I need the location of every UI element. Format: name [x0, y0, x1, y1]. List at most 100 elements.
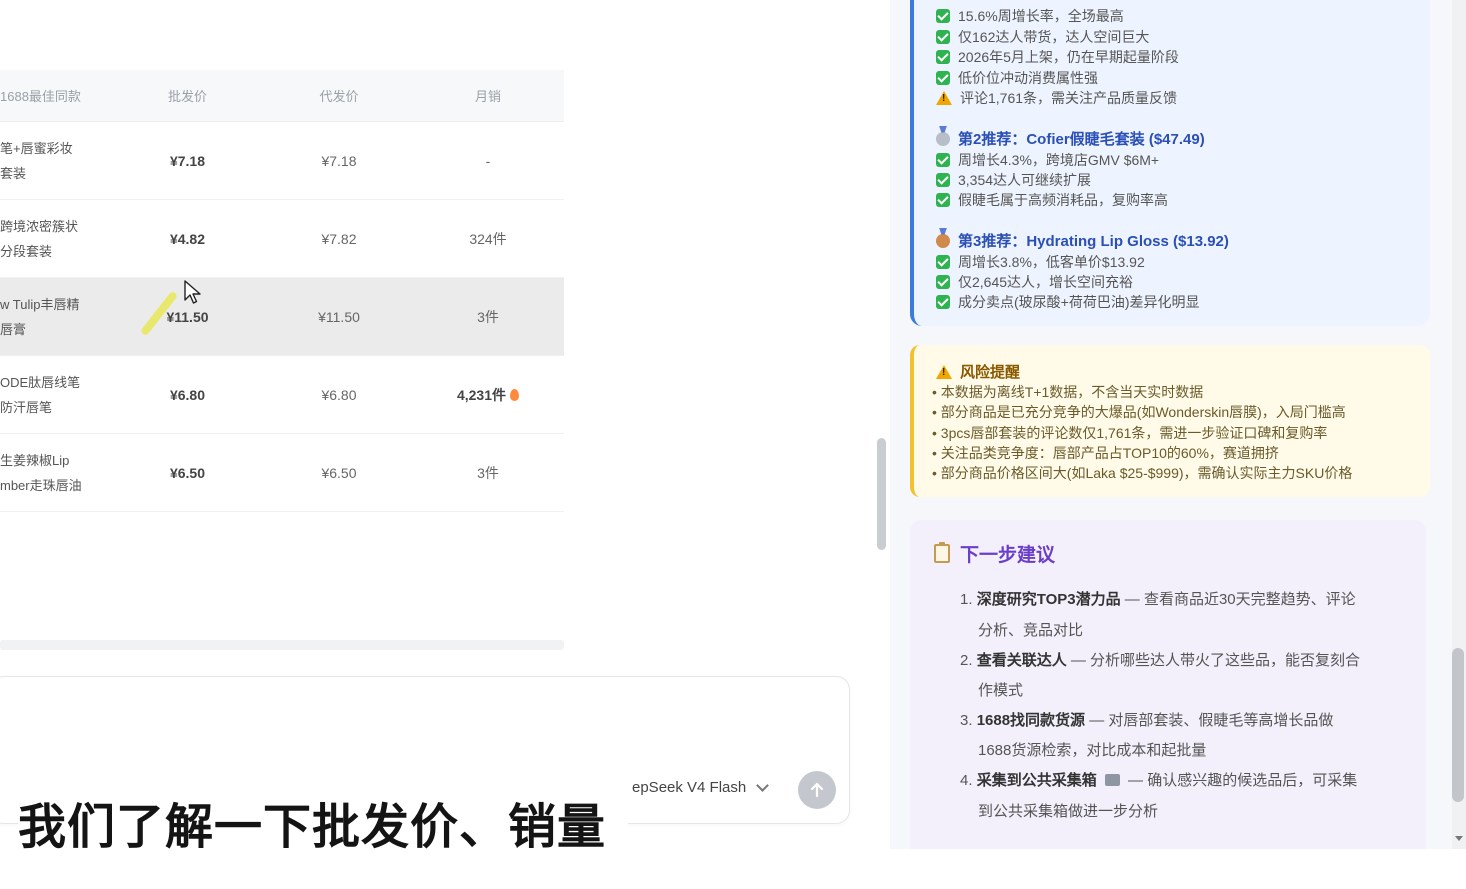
- bottom-band: [875, 849, 1466, 889]
- check-icon: [936, 71, 950, 85]
- step-heading: 采集到公共采集箱: [976, 772, 1097, 789]
- rec3-title: 第3推荐：Hydrating Lip Gloss ($13.92): [936, 230, 1229, 251]
- risk-text: 部分商品价格区间大(如Laka $25-$999)，需确认实际主力SKU价格: [940, 465, 1353, 481]
- product-name[interactable]: 跨境浓密簇状 分段套装: [0, 214, 110, 264]
- risk-item: • 部分商品价格区间大(如Laka $25-$999)，需确认实际主力SKU价格: [932, 465, 1353, 481]
- product-name-line: 笔+唇蜜彩妆: [0, 140, 73, 156]
- send-button[interactable]: [798, 771, 836, 809]
- step-heading: 深度研究TOP3潜力品: [976, 591, 1121, 608]
- warning-icon: [936, 91, 952, 105]
- next-step-item: 4. 采集到公共采集箱 — 确认感兴趣的候选品后，可采集: [960, 766, 1357, 796]
- next-step-continuation: 到公共采集箱做进一步分析: [978, 803, 1159, 820]
- monthly-sales: 3件: [477, 308, 499, 325]
- step-number: 1.: [960, 591, 973, 608]
- product-name[interactable]: 笔+唇蜜彩妆 套装: [0, 136, 110, 186]
- rec3-point: 周增长3.8%，低客单价$13.92: [936, 252, 1145, 272]
- check-icon: [936, 153, 950, 167]
- risk-text: 部分商品是已充分竞争的大爆品(如Wonderskin唇膜)，入局门槛高: [940, 404, 1346, 420]
- point-text: 2026年5月上架，仍在早期起量阶段: [958, 49, 1179, 65]
- step-number: 2.: [960, 652, 973, 669]
- rec1-point: 2026年5月上架，仍在早期起量阶段: [936, 47, 1179, 67]
- next-step-item: 3. 1688找同款货源 — 对唇部套装、假睫毛等高增长品做: [960, 706, 1333, 736]
- model-selector[interactable]: epSeek V4 Flash: [632, 778, 770, 796]
- warning-icon: [936, 364, 952, 379]
- next-step-item: 2. 查看关联达人 — 分析哪些达人带火了这些品，能否复刻合: [960, 646, 1360, 676]
- rec2-title: 第2推荐：Cofier假睫毛套装 ($47.49): [936, 128, 1205, 149]
- point-text: 低价位冲动消费属性强: [958, 70, 1098, 86]
- dropship-price: ¥7.18: [321, 152, 357, 169]
- rec1-point: 仅162达人带货，达人空间巨大: [936, 27, 1149, 47]
- check-icon: [936, 9, 950, 23]
- product-name-line: 分段套装: [0, 243, 53, 259]
- silver-medal-icon: [936, 131, 950, 146]
- point-text: 15.6%周增长率，全场最高: [958, 8, 1124, 24]
- report-scrollbar-thumb[interactable]: [1452, 648, 1464, 802]
- rec1-point: 低价位冲动消费属性强: [936, 68, 1098, 88]
- report-pane: 15.6%周增长率，全场最高 仅162达人带货，达人空间巨大 2026年5月上架…: [890, 0, 1452, 849]
- pane-splitter-scrollbar[interactable]: [877, 438, 886, 550]
- risk-item: • 本数据为离线T+1数据，不含当天实时数据: [932, 384, 1204, 400]
- table-row[interactable]: 生姜辣椒Lip mber走珠唇油 ¥6.50 ¥6.50 3件: [0, 434, 564, 512]
- table-row[interactable]: 跨境浓密簇状 分段套装 ¥4.82 ¥7.82 324件: [0, 200, 564, 278]
- rec1-warning: 评论1,761条，需关注产品质量反馈: [936, 88, 1177, 108]
- scroll-down-arrow-icon[interactable]: [1455, 836, 1463, 841]
- table-header: 1688最佳同款 批发价 代发价 月销: [0, 70, 564, 122]
- step-text: — 分析哪些达人带火了这些品，能否复刻合: [1066, 652, 1361, 669]
- product-name[interactable]: ODE肽唇线笔 防汗唇笔: [0, 370, 110, 420]
- chevron-down-icon: [756, 778, 770, 792]
- header-wholesale: 批发价: [167, 89, 207, 104]
- cursor-icon: [184, 280, 201, 304]
- risk-title: 风险提醒: [960, 364, 1021, 381]
- product-name-line: 生姜辣椒Lip: [0, 452, 70, 468]
- step-text: — 确认感兴趣的候选品后，可采集: [1123, 772, 1358, 789]
- table-row[interactable]: w Tulip丰唇精 唇膏 ¥11.50 ¥11.50 3件: [0, 278, 564, 356]
- dropship-price: ¥11.50: [318, 308, 360, 325]
- monthly-sales: 4,231件: [456, 386, 507, 403]
- product-name-line: 套装: [0, 165, 27, 181]
- check-icon: [936, 30, 950, 44]
- dropship-price: ¥7.82: [321, 230, 357, 247]
- product-name[interactable]: 生姜辣椒Lip mber走珠唇油: [0, 448, 110, 498]
- product-name-line: 跨境浓密簇状: [0, 218, 79, 234]
- wholesale-price: ¥7.18: [169, 152, 206, 169]
- product-name[interactable]: w Tulip丰唇精 唇膏: [0, 292, 110, 342]
- next-step-continuation: 分析、竞品对比: [978, 622, 1084, 639]
- monthly-sales-hot: 4,231件: [413, 385, 563, 405]
- monthly-sales: 3件: [477, 464, 499, 481]
- rec-title-text: 第2推荐：Cofier假睫毛套装 ($47.49): [958, 131, 1205, 148]
- table-horizontal-scrollbar[interactable]: [0, 640, 564, 650]
- bronze-medal-icon: [936, 233, 950, 248]
- next-step-continuation: 作模式: [978, 682, 1024, 699]
- product-name-line: ODE肽唇线笔: [0, 374, 81, 390]
- rec2-point: 周增长4.3%，跨境店GMV $6M+: [936, 150, 1159, 170]
- step-text: — 查看商品近30天完整趋势、评论: [1120, 591, 1356, 608]
- check-icon: [936, 193, 950, 207]
- risk-text: 3pcs唇部套装的评论数仅1,761条，需进一步验证口碑和复购率: [940, 425, 1328, 441]
- table-row[interactable]: ODE肽唇线笔 防汗唇笔 ¥6.80 ¥6.80 4,231件: [0, 356, 564, 434]
- risk-item: • 部分商品是已充分竞争的大爆品(如Wonderskin唇膜)，入局门槛高: [932, 404, 1346, 420]
- box-icon: [1104, 774, 1120, 786]
- risk-text: 关注品类竞争度：唇部产品占TOP10的60%，赛道拥挤: [940, 445, 1279, 461]
- next-steps-heading: 下一步建议: [934, 540, 1055, 567]
- rec-title-text: 第3推荐：Hydrating Lip Gloss ($13.92): [958, 233, 1229, 250]
- wholesale-price: ¥11.50: [166, 308, 209, 325]
- risk-text: 本数据为离线T+1数据，不含当天实时数据: [940, 384, 1204, 400]
- rec2-point: 3,354达人可继续扩展: [936, 170, 1091, 190]
- next-steps-title: 下一步建议: [960, 545, 1056, 566]
- clipboard-icon: [934, 542, 950, 563]
- table-row[interactable]: 笔+唇蜜彩妆 套装 ¥7.18 ¥7.18 -: [0, 122, 564, 200]
- next-step-continuation: 1688货源检索，对比成本和起批量: [978, 742, 1207, 759]
- check-icon: [936, 275, 950, 289]
- rec2-point: 假睫毛属于高频消耗品，复购率高: [936, 190, 1168, 210]
- point-text: 周增长4.3%，跨境店GMV $6M+: [958, 152, 1160, 168]
- step-text: — 对唇部套装、假睫毛等高增长品做: [1085, 712, 1334, 729]
- point-text: 成分卖点(玻尿酸+荷荷巴油)差异化明显: [958, 294, 1200, 310]
- product-name-line: w Tulip丰唇精: [0, 296, 80, 312]
- point-text: 3,354达人可继续扩展: [958, 172, 1092, 188]
- dropship-price: ¥6.80: [321, 386, 357, 403]
- fire-icon: [510, 388, 520, 401]
- monthly-sales: -: [485, 152, 491, 169]
- rec3-point: 成分卖点(玻尿酸+荷荷巴油)差异化明显: [936, 292, 1200, 312]
- check-icon: [936, 255, 950, 269]
- header-dropship: 代发价: [319, 89, 359, 104]
